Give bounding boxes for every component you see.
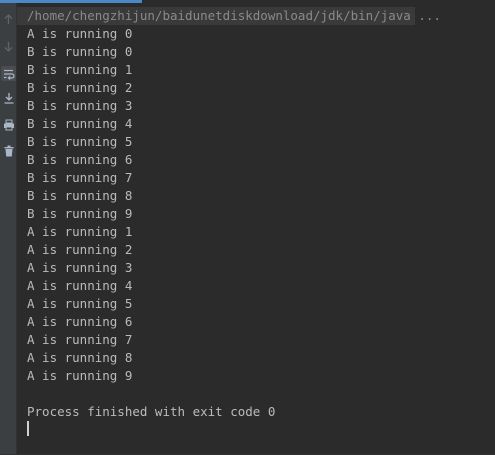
output-line: A is running 3 (27, 260, 133, 275)
output-line: B is running 1 (27, 62, 133, 77)
output-line: B is running 6 (27, 152, 133, 167)
arrow-up-icon[interactable] (1, 12, 16, 27)
output-line: A is running 2 (27, 242, 133, 257)
output-line: B is running 7 (27, 170, 133, 185)
output-line: A is running 8 (27, 350, 133, 365)
command-line[interactable]: /home/chengzhijun/baidunetdiskdownload/j… (27, 7, 441, 25)
trash-icon[interactable] (1, 143, 16, 158)
print-icon[interactable] (1, 117, 16, 132)
output-line: B is running 0 (27, 44, 133, 59)
output-line: B is running 8 (27, 188, 133, 203)
output-line: B is running 4 (27, 116, 133, 131)
output-line: A is running 7 (27, 332, 133, 347)
arrow-down-icon[interactable] (1, 39, 16, 54)
exit-message: Process finished with exit code 0 (27, 404, 276, 419)
run-console-window: /home/chengzhijun/baidunetdiskdownload/j… (0, 0, 495, 455)
output-line: B is running 2 (27, 80, 133, 95)
output-line: B is running 9 (27, 206, 133, 221)
console-toolbar (0, 3, 17, 455)
output-line: A is running 6 (27, 314, 133, 329)
text-cursor (27, 421, 29, 436)
console-output[interactable]: /home/chengzhijun/baidunetdiskdownload/j… (17, 3, 495, 455)
output-line: A is running 4 (27, 278, 133, 293)
output-line: B is running 5 (27, 134, 133, 149)
output-line: A is running 5 (27, 296, 133, 311)
output-line: B is running 3 (27, 98, 133, 113)
soft-wrap-icon[interactable] (1, 66, 16, 81)
scroll-to-end-icon[interactable] (1, 90, 16, 105)
output-line: A is running 1 (27, 224, 133, 239)
output-line: A is running 0 (27, 26, 133, 41)
output-line: A is running 9 (27, 368, 133, 383)
